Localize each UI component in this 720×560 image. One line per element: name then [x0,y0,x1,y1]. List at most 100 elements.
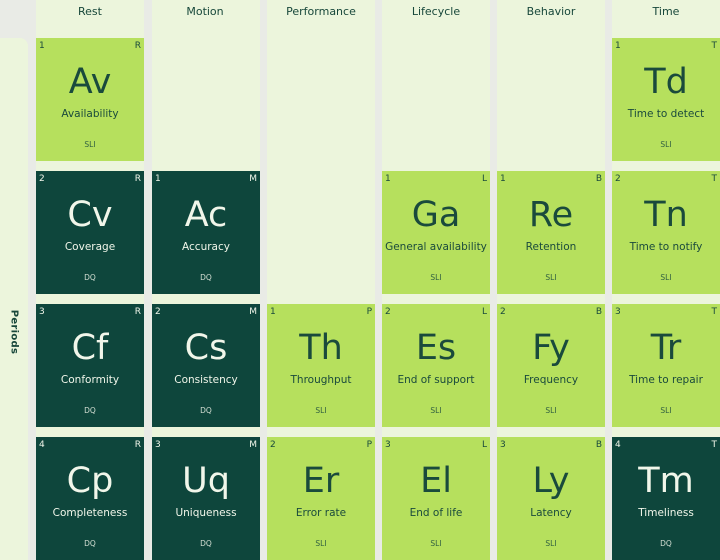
periodic-table: Periods Rest Motion Performance Lifecycle Be… [0,0,720,560]
element-tile-er[interactable]: 2 P Er Error rate SLI [267,437,375,560]
tile-name: End of life [409,507,463,519]
tile-name: Completeness [52,507,128,519]
tile-number: 1 [155,174,161,184]
tile-symbol: Td [644,62,688,102]
tile-number: 3 [500,440,506,450]
tile-number: 4 [39,440,45,450]
tile-category: B [595,174,602,184]
periods-axis: Periods [0,38,28,560]
tile-category: B [595,307,602,317]
tile-tag: SLI [315,539,327,548]
tile-symbol: Tn [644,195,688,235]
element-tile-el[interactable]: 3 L El End of life SLI [382,437,490,560]
tile-category: T [711,307,718,317]
element-tile-tn[interactable]: 2 T Tn Time to notify SLI [612,171,720,294]
tile-category: L [481,440,487,450]
tile-name: End of support [397,374,475,386]
element-tile-th[interactable]: 1 P Th Throughput SLI [267,304,375,427]
group-header-performance: Performance [286,5,356,18]
tile-number: 1 [615,41,621,51]
tile-name: Retention [525,241,577,253]
element-tile-es[interactable]: 2 L Es End of support SLI [382,304,490,427]
tile-tag: SLI [660,140,672,149]
element-tile-cs[interactable]: 2 M Cs Consistency DQ [152,304,260,427]
tile-tag: SLI [430,406,442,415]
element-tile-ac[interactable]: 1 M Ac Accuracy DQ [152,171,260,294]
element-tile-re[interactable]: 1 B Re Retention SLI [497,171,605,294]
tile-tag: DQ [84,539,96,548]
group-header-rest: Rest [78,5,102,18]
tile-number: 2 [270,440,276,450]
tile-number: 2 [615,174,621,184]
tile-tag: SLI [315,406,327,415]
tile-symbol: Av [68,62,112,102]
element-tile-cp[interactable]: 4 R Cp Completeness DQ [36,437,144,560]
group-header-motion: Motion [186,5,224,18]
tile-number: 2 [39,174,45,184]
tile-number: 1 [385,174,391,184]
tile-symbol: Cv [67,195,113,235]
tile-tag: SLI [545,273,557,282]
tile-number: 3 [155,440,161,450]
tile-category: P [366,307,372,317]
tile-number: 3 [615,307,621,317]
tile-tag: DQ [84,406,96,415]
element-tile-tr[interactable]: 3 T Tr Time to repair SLI [612,304,720,427]
tile-category: R [134,440,141,450]
tile-name: Accuracy [182,241,230,253]
tile-number: 1 [500,174,506,184]
tile-name: Error rate [295,507,347,519]
tile-symbol: Er [302,461,340,501]
tile-tag: SLI [660,273,672,282]
tile-name: Time to repair [629,374,703,386]
tile-name: Time to detect [627,108,705,120]
tile-category: M [249,174,257,184]
tile-symbol: Tm [638,461,694,501]
element-tile-ly[interactable]: 3 B Ly Latency SLI [497,437,605,560]
tile-name: General availability [385,241,487,253]
tile-symbol: Ga [411,195,461,235]
element-tile-td[interactable]: 1 T Td Time to detect SLI [612,38,720,161]
tile-symbol: Cs [184,328,228,368]
tile-category: R [134,41,141,51]
tile-category: M [249,440,257,450]
tile-name: Throughput [290,374,352,386]
element-tile-ga[interactable]: 1 L Ga General availability SLI [382,171,490,294]
tile-name: Coverage [64,241,116,253]
tile-symbol: Re [528,195,574,235]
element-tile-uq[interactable]: 3 M Uq Uniqueness DQ [152,437,260,560]
tile-name: Availability [61,108,119,120]
element-tile-av[interactable]: 1 R Av Availability SLI [36,38,144,161]
tile-tag: DQ [84,273,96,282]
tile-symbol: Es [415,328,457,368]
tile-symbol: Uq [182,461,230,501]
tile-category: P [366,440,372,450]
tile-name: Consistency [174,374,238,386]
tile-category: L [481,174,487,184]
element-tile-cf[interactable]: 3 R Cf Conformity DQ [36,304,144,427]
element-tile-tm[interactable]: 4 T Tm Timeliness DQ [612,437,720,560]
group-header-behavior: Behavior [526,5,576,18]
tile-number: 3 [385,440,391,450]
tile-number: 4 [615,440,621,450]
tile-category: R [134,307,141,317]
element-tile-fy[interactable]: 2 B Fy Frequency SLI [497,304,605,427]
tile-name: Time to notify [629,241,703,253]
tile-name: Conformity [60,374,120,386]
tile-number: 2 [500,307,506,317]
tile-tag: DQ [200,406,212,415]
periods-label: Periods [8,309,20,355]
tile-symbol: Cf [71,328,109,368]
tile-symbol: Tr [650,328,682,368]
tile-name: Uniqueness [175,507,237,519]
tile-symbol: Ly [532,461,570,501]
tile-tag: SLI [660,406,672,415]
tile-category: R [134,174,141,184]
group-header-lifecycle: Lifecycle [411,5,461,18]
tile-symbol: El [420,461,452,501]
tile-category: B [595,440,602,450]
tile-category: T [711,41,718,51]
element-tile-cv[interactable]: 2 R Cv Coverage DQ [36,171,144,294]
tile-symbol: Fy [532,328,570,368]
tile-tag: SLI [430,273,442,282]
